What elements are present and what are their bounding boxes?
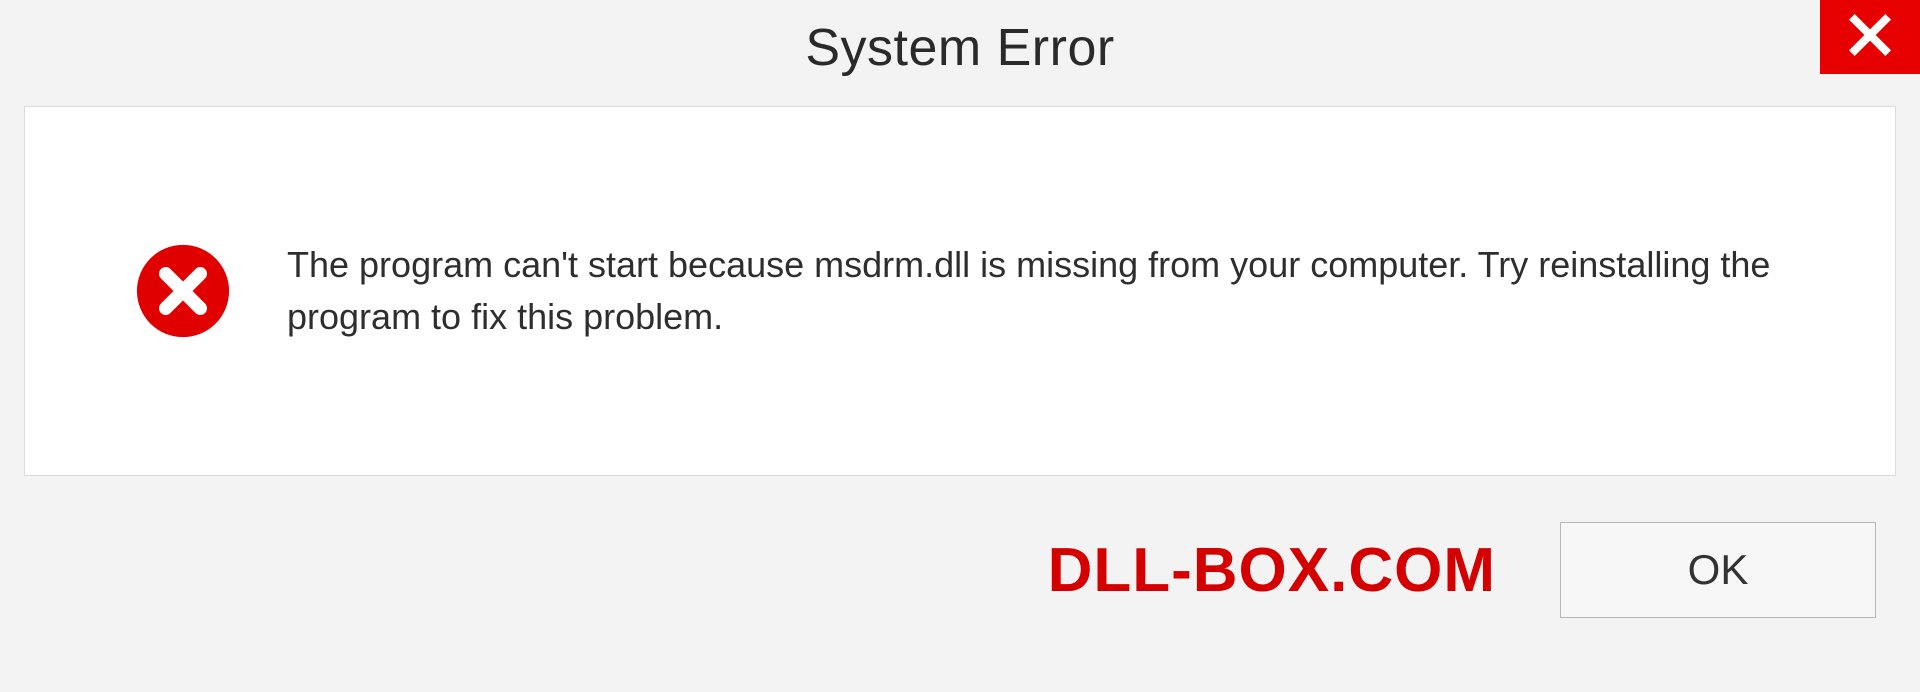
titlebar: System Error: [0, 0, 1920, 96]
dialog-title: System Error: [805, 18, 1114, 78]
error-icon: [135, 243, 231, 339]
dialog-footer: DLL-BOX.COM OK: [24, 500, 1896, 640]
dialog-body: The program can't start because msdrm.dl…: [24, 106, 1896, 476]
ok-button[interactable]: OK: [1560, 522, 1876, 618]
watermark-text: DLL-BOX.COM: [1048, 535, 1496, 606]
close-icon: [1847, 12, 1893, 63]
close-button[interactable]: [1820, 0, 1920, 74]
dialog-message: The program can't start because msdrm.dl…: [287, 239, 1895, 343]
